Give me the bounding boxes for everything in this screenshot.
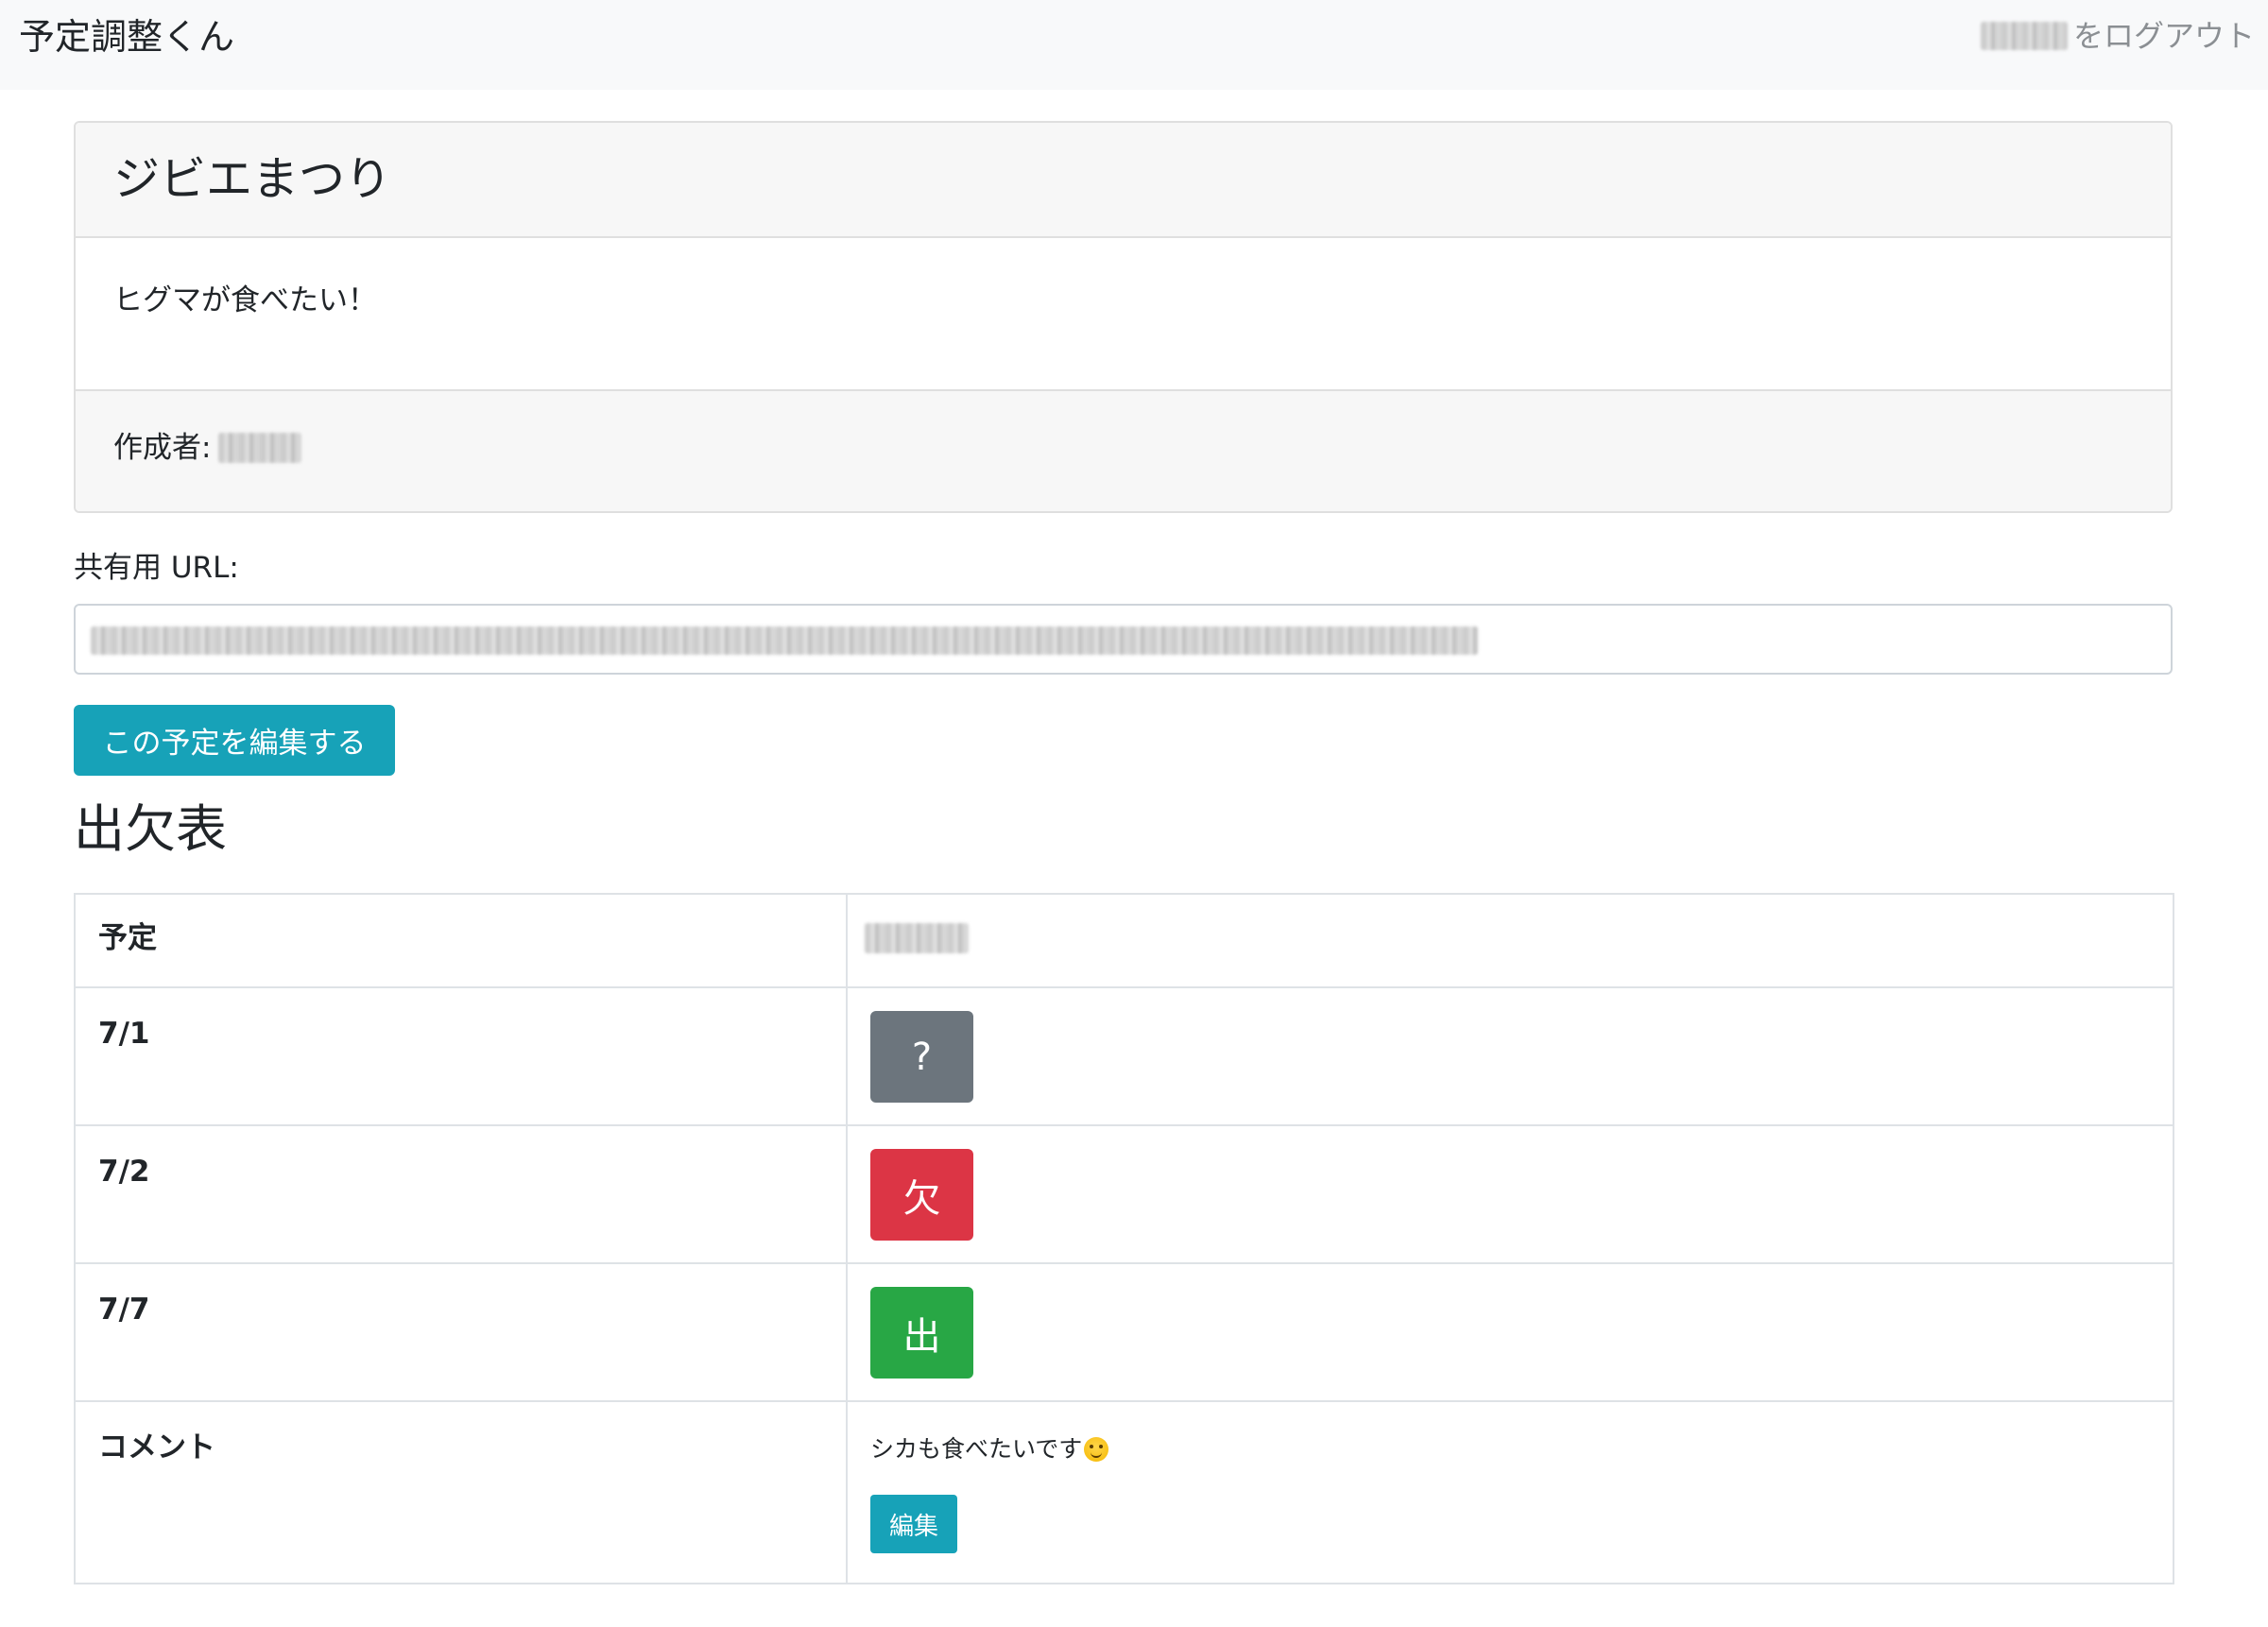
status-cell: 欠 [846,1124,2174,1264]
schedule-memo-text: ヒグマが食べたい！ [113,283,377,317]
schedule-memo: ヒグマが食べたい！ [76,238,2171,389]
comment-text-wrap: シカも食べたいです [870,1432,2150,1466]
user-column-header [846,893,2174,988]
redacted-share-url [91,626,1478,655]
edit-comment-button[interactable]: 編集 [870,1495,957,1553]
schedule-card-header: ジビエまつり [76,123,2171,238]
redacted-user-name [865,923,969,953]
candidate-date: 7/2 [74,1124,848,1264]
candidate-date: 7/7 [74,1262,848,1402]
main-container: ジビエまつり ヒグマが食べたい！ 作成者: 共有用 URL: この予定を編集する… [74,121,2174,1584]
share-url-input[interactable] [74,604,2173,675]
schedule-creator: 作成者: [76,389,2171,511]
comment-row: コメント シカも食べたいです 編集 [74,1400,2174,1584]
comment-cell: シカも食べたいです 編集 [846,1400,2174,1584]
attendance-heading: 出欠表 [74,799,227,859]
schedule-column-header: 予定 [74,893,848,988]
status-cell: ? [846,986,2174,1126]
creator-label: 作成者: [113,431,212,465]
status-cell: 出 [846,1262,2174,1402]
comment-text: シカも食べたいです [870,1435,1083,1463]
attendance-header-row: 予定 [74,893,2174,988]
logout-link[interactable]: をログアウト [1980,15,2255,57]
navbar: 予定調整くん をログアウト [0,0,2268,90]
share-url-label: 共有用 URL: [74,551,239,585]
yum-face-emoji-icon [1084,1437,1109,1462]
table-row: 7/7 出 [74,1262,2174,1402]
schedule-card: ジビエまつり ヒグマが食べたい！ 作成者: [74,121,2173,513]
availability-toggle-button[interactable]: ? [870,1011,973,1103]
edit-schedule-button[interactable]: この予定を編集する [74,705,395,776]
table-row: 7/1 ? [74,986,2174,1126]
redacted-creator-name [218,433,302,463]
brand-link[interactable]: 予定調整くん [19,13,234,60]
availability-toggle-button[interactable]: 出 [870,1287,973,1379]
schedule-title: ジビエまつり [113,152,392,206]
availability-toggle-button[interactable]: 欠 [870,1149,973,1241]
comment-label: コメント [74,1400,848,1584]
logout-label: をログアウト [2072,18,2255,54]
redacted-username [1980,22,2068,50]
table-row: 7/2 欠 [74,1124,2174,1264]
candidate-date: 7/1 [74,986,848,1126]
attendance-table: 予定 7/1 ? 7/2 欠 7/7 出 コメント シカも食べたいです 編集 [74,893,2174,1584]
